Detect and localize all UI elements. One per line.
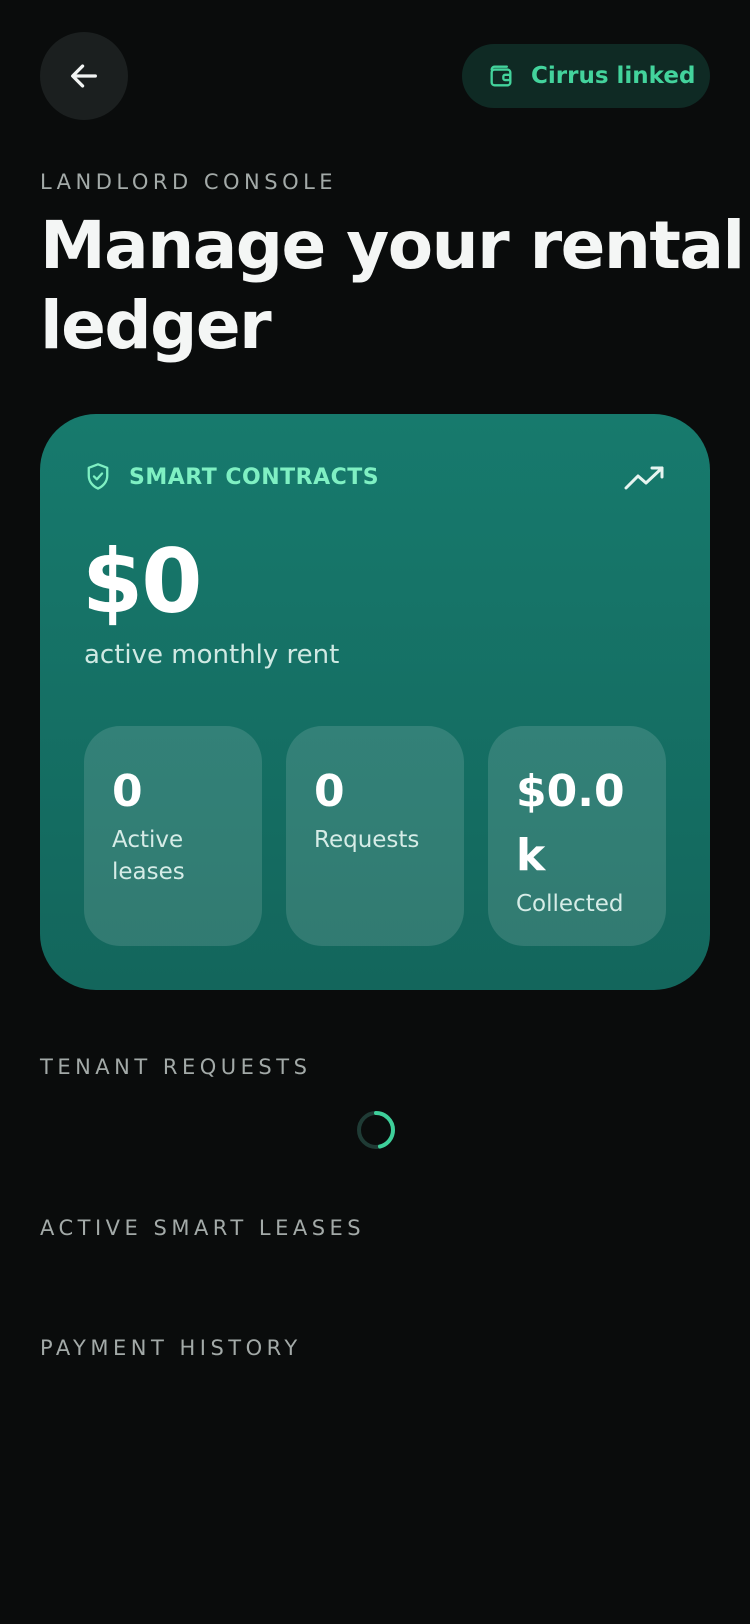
- stat-active-leases[interactable]: 0 Active leases: [84, 726, 262, 946]
- wallet-status-label: Cirrus linked: [531, 63, 696, 89]
- wallet-icon: [487, 62, 515, 90]
- console-eyebrow: LANDLORD CONSOLE: [40, 170, 338, 194]
- monthly-rent-caption: active monthly rent: [84, 640, 340, 670]
- page-title: Manage your rental ledger: [40, 206, 750, 366]
- page-title-text: Manage your rental ledger: [40, 207, 745, 364]
- section-title-tenant-requests: TENANT REQUESTS: [40, 1055, 312, 1079]
- stat-requests[interactable]: 0 Requests: [286, 726, 464, 946]
- stat-value: 0: [314, 766, 345, 817]
- stat-label: Collected: [516, 891, 624, 917]
- smart-contracts-card: SMART CONTRACTS $0 active monthly rent 0…: [40, 414, 710, 990]
- monthly-rent-amount: $0: [82, 530, 202, 633]
- section-title-active-leases: ACTIVE SMART LEASES: [40, 1216, 366, 1240]
- shield-check-icon: [84, 462, 112, 492]
- trending-up-icon: [624, 464, 666, 492]
- smart-contracts-tag: SMART CONTRACTS: [129, 464, 380, 490]
- arrow-left-icon: [67, 59, 101, 93]
- card-header: SMART CONTRACTS: [84, 462, 379, 492]
- section-title-payment-history: PAYMENT HISTORY: [40, 1336, 302, 1360]
- stat-label: Requests: [314, 827, 420, 853]
- stat-value: $0.0k: [516, 766, 625, 881]
- loading-spinner-icon: [356, 1110, 396, 1150]
- stat-collected[interactable]: $0.0k Collected: [488, 726, 666, 946]
- wallet-status-button[interactable]: Cirrus linked: [462, 44, 710, 108]
- back-button[interactable]: [40, 32, 128, 120]
- stat-value: 0: [112, 766, 143, 817]
- stat-label: Active leases: [112, 827, 185, 885]
